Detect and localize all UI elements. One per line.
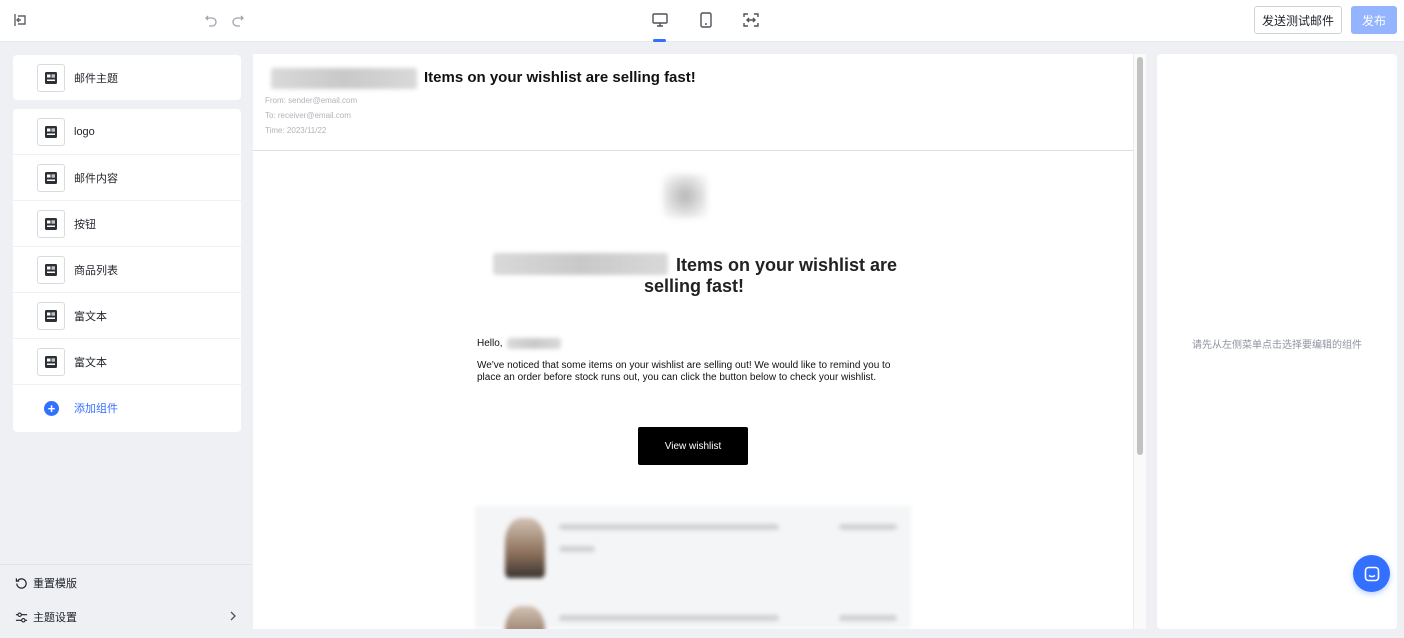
layout-icon <box>37 209 65 238</box>
product-name <box>559 615 779 621</box>
email-preview: Items on your wishlist are selling fast!… <box>253 54 1146 629</box>
layout-icon <box>37 255 65 284</box>
sidebar-item-label: 邮件主题 <box>74 72 118 85</box>
email-body-text: We've noticed that some items on your wi… <box>477 360 891 383</box>
email-from: From: sender@email.com <box>265 96 358 105</box>
support-chat-button[interactable] <box>1353 555 1390 592</box>
email-to: To: receiver@email.com <box>265 111 351 120</box>
tablet-view-icon[interactable] <box>695 9 717 31</box>
fullscreen-view-icon[interactable] <box>740 9 762 31</box>
undo-icon[interactable] <box>202 11 220 29</box>
blurred-customer-name <box>507 338 561 349</box>
plus-icon: + <box>44 400 59 416</box>
add-component-label: 添加组件 <box>74 403 118 415</box>
sidebar-item-label: 商品列表 <box>74 264 118 277</box>
email-time: Time: 2023/11/22 <box>265 126 327 135</box>
email-subject: Items on your wishlist are selling fast! <box>424 69 696 86</box>
product-list-preview[interactable] <box>475 506 911 629</box>
reset-template-label: 重置模版 <box>33 578 77 590</box>
layout-icon <box>37 117 65 146</box>
blurred-store-name <box>271 68 417 89</box>
product-price <box>839 615 897 621</box>
add-component-button[interactable]: + 添加组件 <box>13 385 241 431</box>
scrollbar-thumb[interactable] <box>1137 57 1143 455</box>
sidebar-item-label: 富文本 <box>74 310 107 323</box>
sidebar-item-button[interactable]: 按钮 <box>13 201 241 247</box>
sidebar-item-rich-text[interactable]: 富文本 <box>13 293 241 339</box>
product-variant <box>559 546 595 552</box>
sliders-icon <box>14 610 28 624</box>
sidebar-item-rich-text[interactable]: 富文本 <box>13 339 241 385</box>
properties-panel: 请先从左侧菜单点击选择要编辑的组件 <box>1157 54 1397 629</box>
email-title-continued: selling fast! <box>253 276 1133 297</box>
chevron-right-icon <box>228 610 238 625</box>
sidebar-item-label: 富文本 <box>74 356 107 369</box>
product-name <box>559 524 779 530</box>
sidebar-item-email-content[interactable]: 邮件内容 <box>13 155 241 201</box>
blurred-store-name <box>493 253 668 275</box>
email-header: Items on your wishlist are selling fast!… <box>253 54 1133 151</box>
email-title-line2: selling fast! <box>643 276 745 296</box>
sidebar-item-product-list[interactable]: 商品列表 <box>13 247 241 293</box>
reset-icon <box>14 576 28 590</box>
desktop-view-icon[interactable] <box>649 9 671 31</box>
theme-settings-label: 主题设置 <box>33 612 77 624</box>
email-title: Items on your wishlist are <box>676 255 898 275</box>
email-greeting: Hello, <box>477 338 503 349</box>
active-view-indicator <box>653 39 666 42</box>
layout-icon <box>37 301 65 330</box>
sidebar-item-logo[interactable]: logo <box>13 109 241 155</box>
sidebar-item-label: logo <box>74 125 95 138</box>
reset-template-button[interactable]: 重置模版 <box>14 573 244 593</box>
layout-icon <box>37 347 65 376</box>
sidebar-item-label: 邮件内容 <box>74 172 118 185</box>
theme-settings-button[interactable]: 主题设置 <box>14 607 244 627</box>
preview-scrollbar[interactable] <box>1133 54 1146 629</box>
publish-button[interactable]: 发布 <box>1351 6 1397 34</box>
component-list: logo 邮件内容 按钮 商品列表 富文本 富文本 + 添加组件 <box>13 109 241 432</box>
view-wishlist-button[interactable]: View wishlist <box>638 427 748 465</box>
email-logo[interactable] <box>663 174 707 218</box>
sidebar-footer: 重置模版 主题设置 <box>0 564 252 638</box>
product-image <box>505 518 545 578</box>
chat-icon <box>1364 566 1379 581</box>
layout-icon <box>37 63 65 92</box>
sidebar-item-subject[interactable]: 邮件主题 <box>13 55 241 100</box>
exit-editor-icon[interactable] <box>10 10 30 30</box>
product-image <box>505 606 545 629</box>
send-test-email-button[interactable]: 发送测试邮件 <box>1254 6 1342 34</box>
redo-icon[interactable] <box>229 11 247 29</box>
product-price <box>839 524 897 530</box>
subject-row[interactable]: 邮件主题 <box>13 55 241 100</box>
top-toolbar: 发送测试邮件 发布 <box>0 0 1404 42</box>
empty-selection-hint: 请先从左侧菜单点击选择要编辑的组件 <box>1192 340 1362 351</box>
layout-icon <box>37 163 65 192</box>
sidebar-item-label: 按钮 <box>74 218 96 231</box>
component-sidebar: 邮件主题 logo 邮件内容 按钮 商品列表 富文本 富文本 + 添加组件 重置… <box>0 42 252 638</box>
